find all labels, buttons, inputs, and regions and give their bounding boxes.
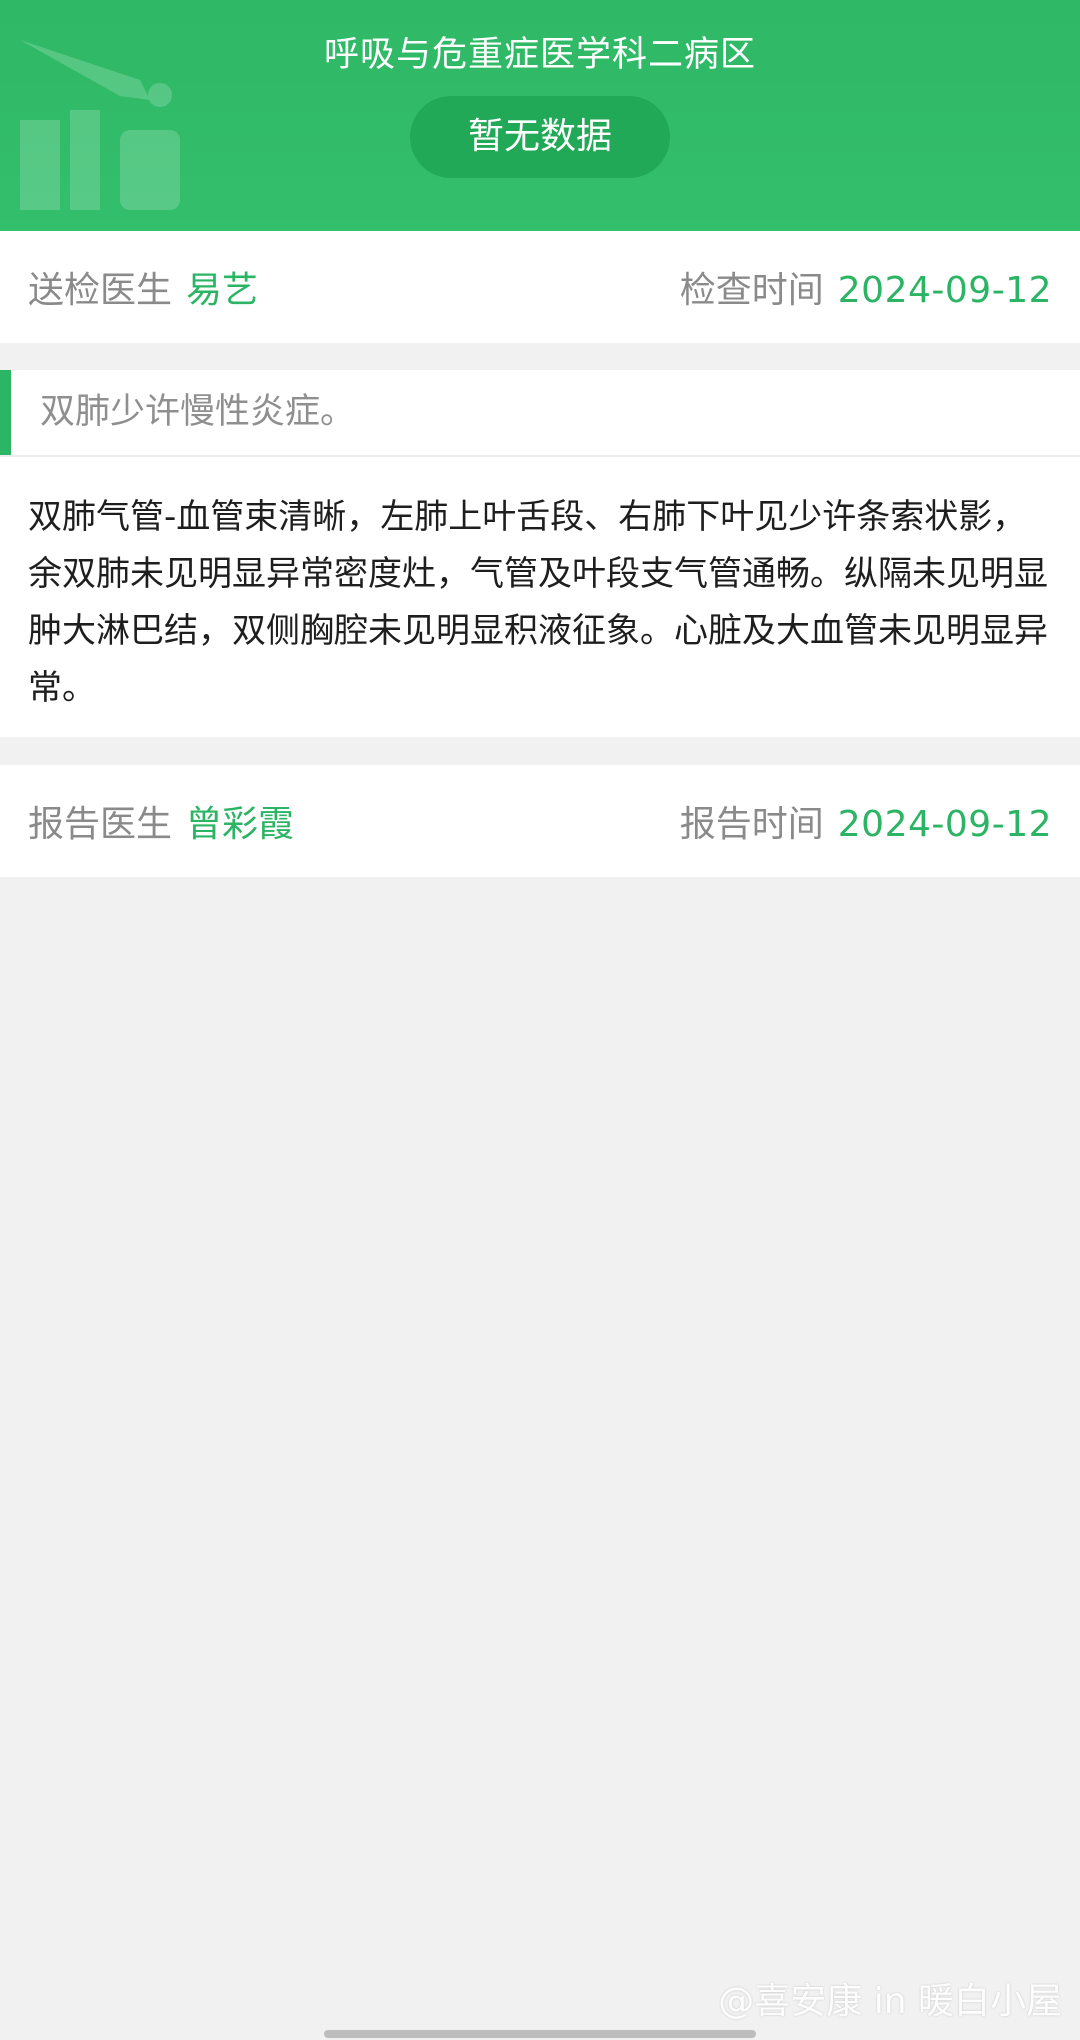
exam-time-value: 2024-09-12 — [837, 270, 1052, 311]
report-doctor-label: 报告医生 — [28, 804, 173, 845]
report-time-label: 报告时间 — [679, 804, 824, 845]
report-time-value: 2024-09-12 — [837, 804, 1052, 845]
sender-label: 送检医生 — [28, 270, 173, 311]
exam-info-row: 送检医生 易艺 检查时间 2024-09-12 — [0, 231, 1080, 343]
home-indicator[interactable] — [324, 2030, 756, 2038]
impression-row: 双肺少许慢性炎症。 — [0, 370, 1080, 455]
exam-time-label: 检查时间 — [679, 270, 824, 311]
sender-name: 易艺 — [186, 270, 259, 311]
report-doctor-group: 报告医生 曾彩霞 — [28, 795, 294, 847]
sender-group: 送检医生 易艺 — [28, 261, 258, 313]
exam-time-group: 检查时间 2024-09-12 — [680, 261, 1052, 313]
watermark: @喜安康 in 暖白小屋 — [718, 1981, 1062, 2022]
report-info-row: 报告医生 曾彩霞 报告时间 2024-09-12 — [0, 765, 1080, 877]
impression-accent-bar — [0, 370, 11, 455]
status-badge[interactable]: 暂无数据 — [410, 96, 670, 178]
findings-text: 双肺气管-血管束清晰，左肺上叶舌段、右肺下叶见少许条索状影，余双肺未见明显异常密… — [28, 497, 1048, 708]
header-banner: 呼吸与危重症医学科二病区 暂无数据 — [0, 0, 1080, 231]
findings-section: 双肺气管-血管束清晰，左肺上叶舌段、右肺下叶见少许条索状影，余双肺未见明显异常密… — [0, 457, 1080, 737]
impression-text: 双肺少许慢性炎症。 — [40, 392, 356, 432]
report-time-group: 报告时间 2024-09-12 — [680, 795, 1052, 847]
department-title: 呼吸与危重症医学科二病区 — [323, 35, 756, 75]
report-doctor-name: 曾彩霞 — [186, 804, 295, 845]
